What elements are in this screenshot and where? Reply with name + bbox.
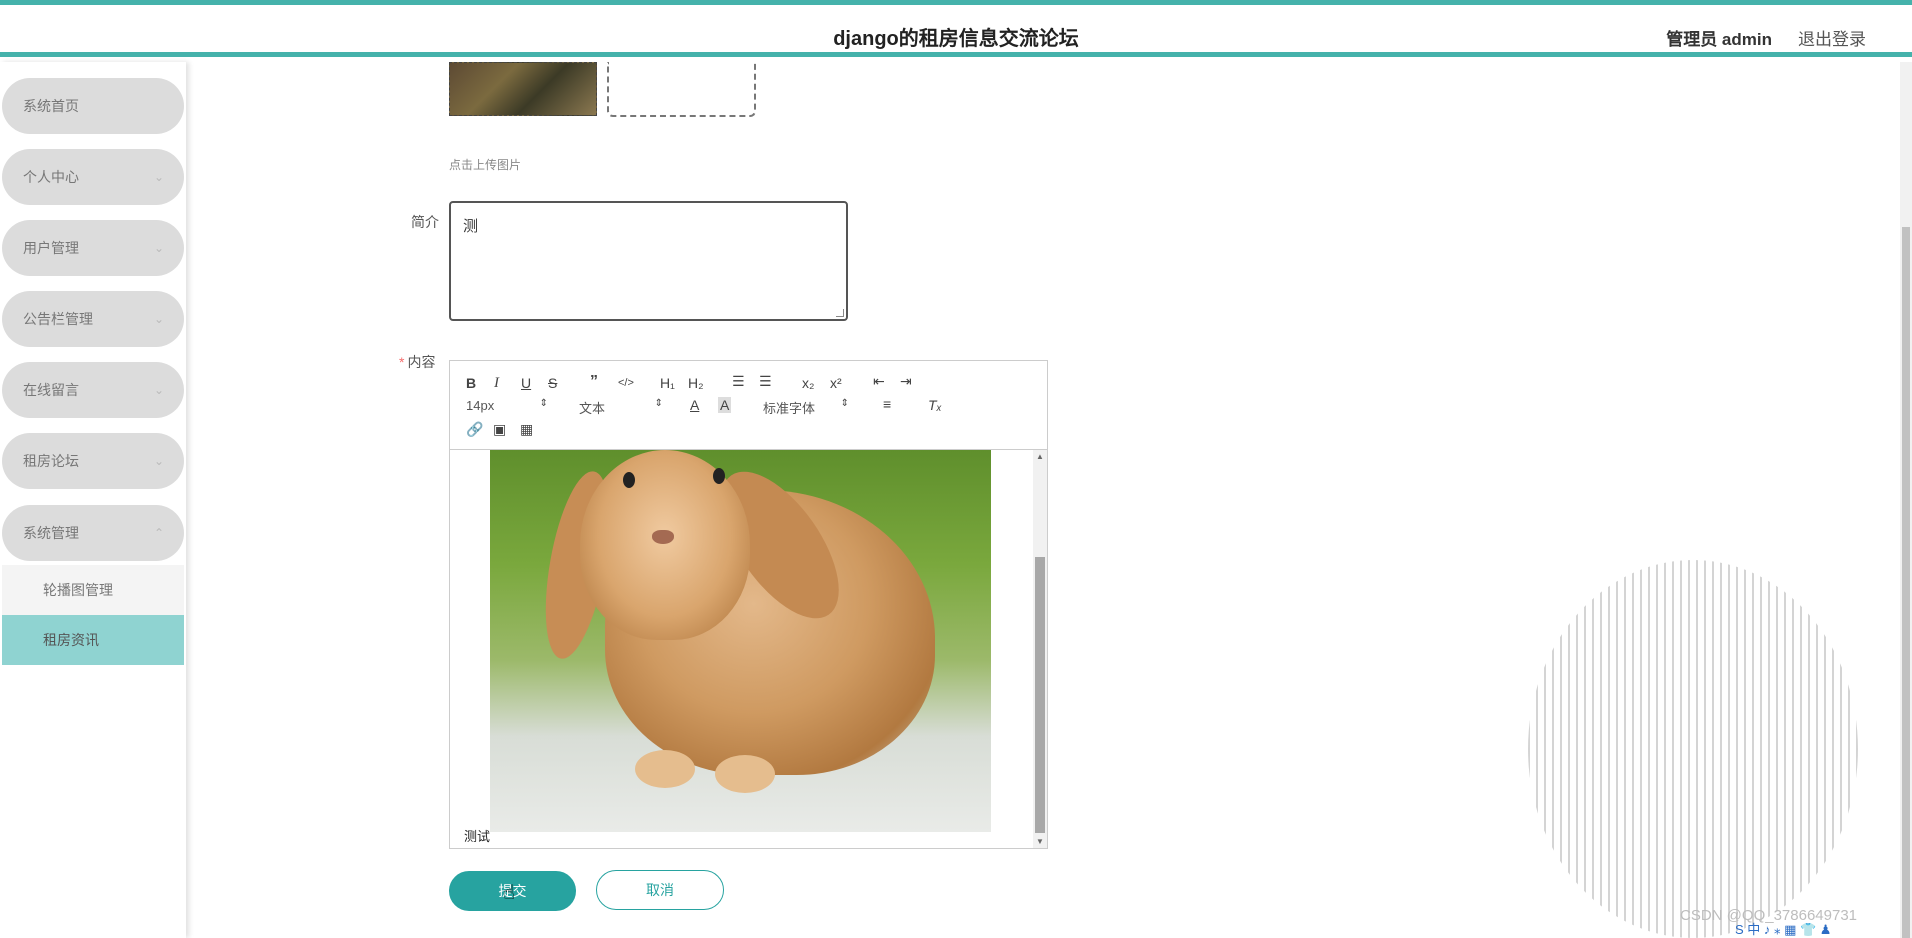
sidebar-subitem-label: 租房资讯: [43, 632, 99, 648]
app-title: django的租房信息交流论坛: [833, 28, 1079, 50]
blockquote-icon[interactable]: ”: [590, 374, 598, 390]
sidebar-item-label: 系统管理: [23, 525, 79, 541]
select-arrows-icon: ⇕: [654, 398, 663, 409]
sidebar-item-label: 租房论坛: [23, 453, 79, 469]
striped-circle-shape: [1528, 560, 1858, 938]
sidebar-item-label: 公告栏管理: [23, 311, 93, 327]
hand-cursor-icon: ☝: [503, 882, 516, 904]
chevron-down-icon: ⌄: [153, 383, 164, 397]
font-family-select[interactable]: 标准字体 ⇕: [763, 398, 849, 417]
ordered-list-icon[interactable]: ☰: [732, 373, 745, 389]
rabbit-paw-shape: [715, 755, 775, 793]
font-size-value: 14px: [466, 398, 495, 413]
sidebar-subitem-label: 轮播图管理: [43, 582, 113, 598]
uploaded-image-thumbnail[interactable]: [449, 62, 597, 116]
chevron-down-icon: ⌄: [153, 241, 164, 255]
rabbit-photo: [490, 450, 991, 832]
decorative-striped-circle: [1528, 560, 1858, 938]
sidebar-item-label: 用户管理: [23, 240, 79, 256]
intro-value: 测: [463, 218, 479, 235]
intro-textarea[interactable]: 测: [449, 201, 848, 321]
sidebar-item-notices[interactable]: 公告栏管理 ⌄: [2, 291, 184, 347]
image-icon[interactable]: ▣: [493, 421, 506, 437]
underline-icon[interactable]: U: [521, 375, 531, 391]
indent-icon[interactable]: ⇥: [900, 373, 912, 389]
content-text: 测试: [464, 829, 491, 844]
select-arrows-icon: ⇕: [840, 398, 849, 409]
strikethrough-icon[interactable]: S: [548, 375, 557, 391]
sidebar-item-system[interactable]: 系统管理 ⌃: [2, 505, 184, 561]
sidebar-item-label: 个人中心: [23, 169, 79, 185]
logout-link[interactable]: 退出登录: [1798, 25, 1866, 50]
header: django的租房信息交流论坛 管理员 admin 退出登录: [0, 5, 1912, 57]
sidebar-subitem-rental-news[interactable]: 租房资讯: [2, 615, 184, 665]
scroll-up-icon[interactable]: ▲: [1033, 452, 1047, 461]
heading-1-icon[interactable]: H₁: [660, 375, 675, 391]
bold-icon[interactable]: B: [466, 375, 476, 391]
chevron-down-icon: ⌄: [153, 170, 164, 184]
rabbit-right-eye-shape: [713, 468, 725, 484]
font-size-select[interactable]: 14px ⇕: [466, 398, 548, 413]
sidebar-item-label: 在线留言: [23, 382, 79, 398]
video-icon[interactable]: ▦: [520, 421, 533, 437]
subscript-icon[interactable]: x₂: [802, 375, 814, 391]
system-tray: S 中 ♪ ⁎ ▦ 👕 ♟: [1735, 922, 1832, 937]
editor-scrollbar[interactable]: ▲ ▼: [1033, 450, 1047, 848]
sidebar-subitem-carousel[interactable]: 轮播图管理: [2, 565, 184, 615]
sidebar-item-users[interactable]: 用户管理 ⌄: [2, 220, 184, 276]
scrollbar-thumb[interactable]: [1035, 557, 1045, 833]
content-label: * 内容: [399, 352, 435, 372]
header-value: 文本: [579, 401, 606, 416]
rabbit-left-eye-shape: [623, 472, 635, 488]
chevron-up-icon: ⌃: [153, 526, 164, 540]
rich-text-editor: B I U S ” </> H₁ H₂ ☰ ☰ x₂ x² ⇤ ⇥ 14px ⇕…: [449, 360, 1048, 849]
page-scrollbar[interactable]: [1900, 62, 1912, 938]
superscript-icon[interactable]: x²: [830, 375, 842, 391]
sidebar-item-profile[interactable]: 个人中心 ⌄: [2, 149, 184, 205]
sidebar-item-forum[interactable]: 租房论坛 ⌄: [2, 433, 184, 489]
sidebar-item-label: 系统首页: [23, 98, 79, 114]
cancel-button[interactable]: 取消: [596, 870, 724, 910]
code-block-icon[interactable]: </>: [618, 375, 634, 391]
bullet-list-icon[interactable]: ☰: [759, 373, 772, 389]
required-mark: *: [399, 354, 405, 370]
image-upload-slot[interactable]: [607, 62, 756, 117]
scroll-down-icon[interactable]: ▼: [1033, 837, 1047, 846]
align-icon[interactable]: ≡: [883, 396, 891, 412]
rabbit-nose-shape: [652, 530, 674, 544]
editor-content-area[interactable]: 测试 ▲ ▼: [450, 450, 1047, 848]
clear-format-icon[interactable]: Tₓ: [928, 397, 942, 413]
background-color-icon[interactable]: A: [718, 397, 732, 413]
font-color-icon[interactable]: A: [690, 397, 699, 413]
page-scrollbar-thumb[interactable]: [1902, 227, 1910, 938]
current-user: 管理员 admin: [1666, 30, 1772, 49]
outdent-icon[interactable]: ⇤: [873, 373, 885, 389]
content-label-text: 内容: [407, 354, 436, 370]
chevron-down-icon: ⌄: [153, 312, 164, 326]
italic-icon[interactable]: I: [494, 375, 499, 391]
rabbit-paw-shape: [635, 750, 695, 788]
font-family-value: 标准字体: [763, 401, 816, 416]
sidebar-item-home[interactable]: 系统首页: [2, 78, 184, 134]
resize-handle-icon[interactable]: [836, 309, 844, 317]
heading-2-icon[interactable]: H₂: [688, 375, 704, 391]
header-select[interactable]: 文本 ⇕: [579, 398, 663, 417]
intro-label: 简介: [411, 214, 439, 230]
sidebar: 系统首页 个人中心 ⌄ 用户管理 ⌄ 公告栏管理 ⌄ 在线留言 ⌄ 租房论坛 ⌄…: [0, 62, 186, 938]
select-arrows-icon: ⇕: [539, 398, 548, 409]
editor-toolbar: B I U S ” </> H₁ H₂ ☰ ☰ x₂ x² ⇤ ⇥ 14px ⇕…: [450, 361, 1047, 450]
link-icon[interactable]: 🔗: [466, 421, 483, 437]
chevron-down-icon: ⌄: [153, 454, 164, 468]
upload-tip: 点击上传图片: [449, 158, 522, 172]
sidebar-item-messages[interactable]: 在线留言 ⌄: [2, 362, 184, 418]
